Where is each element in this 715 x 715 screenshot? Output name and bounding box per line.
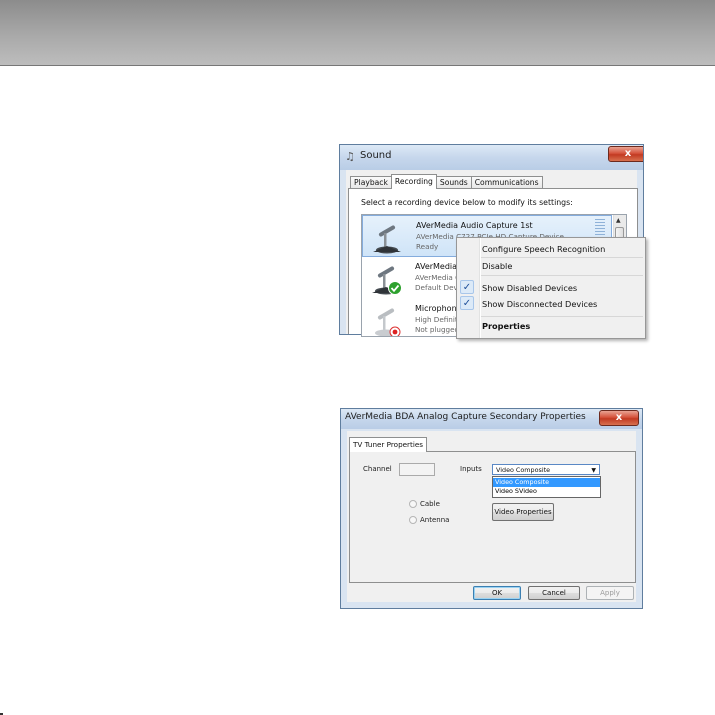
device-description: AVerMedia C <box>415 273 461 282</box>
microphone-unplugged-icon <box>375 308 401 336</box>
properties-close-button[interactable]: x <box>599 410 639 426</box>
properties-titlebar[interactable]: AVerMedia BDA Analog Capture Secondary P… <box>341 409 642 429</box>
device-name: Microphone <box>415 304 462 313</box>
menu-item-disable[interactable]: Disable <box>482 261 512 271</box>
device-status: Not plugged <box>415 325 460 334</box>
inputs-dropdown-list: Video Composite Video SVideo <box>492 476 601 498</box>
menu-item-show-disconnected[interactable]: Show Disconnected Devices <box>482 299 597 309</box>
menu-separator <box>481 316 643 317</box>
channel-label: Channel <box>363 465 392 473</box>
properties-dialog: AVerMedia BDA Analog Capture Secondary P… <box>340 408 643 609</box>
device-description: High Definit <box>415 315 458 324</box>
sound-close-button[interactable]: x <box>608 146 643 162</box>
recording-instruction: Select a recording device below to modif… <box>361 198 573 207</box>
cancel-button[interactable]: Cancel <box>528 586 580 600</box>
tab-recording[interactable]: Recording <box>390 174 437 189</box>
check-icon: ✓ <box>460 280 474 294</box>
sound-tabs: Playback Recording Sounds Communications <box>350 174 543 189</box>
check-icon: ✓ <box>460 296 474 310</box>
inputs-option-video-composite[interactable]: Video Composite <box>493 478 600 487</box>
menu-separator <box>481 275 643 276</box>
menu-item-show-disabled[interactable]: Show Disabled Devices <box>482 283 577 293</box>
video-properties-button[interactable]: Video Properties <box>492 503 554 521</box>
page-header-band <box>0 0 715 66</box>
channel-input[interactable] <box>399 463 435 476</box>
radio-antenna-label: Antenna <box>420 516 450 524</box>
ok-button[interactable]: OK <box>473 586 521 600</box>
inputs-combobox[interactable]: Video Composite ▼ <box>492 464 600 475</box>
scroll-up-icon[interactable]: ▲ <box>616 217 621 224</box>
device-context-menu: Configure Speech Recognition Disable ✓ S… <box>456 237 646 339</box>
properties-title: AVerMedia BDA Analog Capture Secondary P… <box>345 412 586 422</box>
menu-item-properties[interactable]: Properties <box>482 321 530 331</box>
apply-button[interactable]: Apply <box>586 586 634 600</box>
device-status: Ready <box>416 242 439 251</box>
chevron-down-icon[interactable]: ▼ <box>591 465 596 476</box>
sound-titlebar[interactable]: ♫ Sound x <box>340 145 643 170</box>
properties-client-area: TV Tuner Properties Channel Inputs Video… <box>347 431 636 602</box>
microphone-icon <box>373 225 401 254</box>
menu-item-configure-speech[interactable]: Configure Speech Recognition <box>482 244 605 254</box>
menu-separator <box>481 257 643 258</box>
properties-tabs: TV Tuner Properties <box>349 437 427 452</box>
radio-cable[interactable] <box>409 500 417 508</box>
device-name: AVerMedia Audio Capture 1st <box>416 221 533 230</box>
inputs-label: Inputs <box>460 465 482 473</box>
inputs-selected-value: Video Composite <box>496 466 551 474</box>
speaker-icon: ♫ <box>345 150 355 163</box>
inputs-option-video-svideo[interactable]: Video SVideo <box>493 487 600 496</box>
menu-gutter <box>479 238 481 338</box>
radio-antenna[interactable] <box>409 516 417 524</box>
sound-title: Sound <box>360 150 392 161</box>
tab-tv-tuner-properties[interactable]: TV Tuner Properties <box>349 437 427 452</box>
radio-cable-label: Cable <box>420 500 440 508</box>
microphone-default-icon <box>372 266 402 295</box>
device-status: Default Dev <box>415 283 458 292</box>
